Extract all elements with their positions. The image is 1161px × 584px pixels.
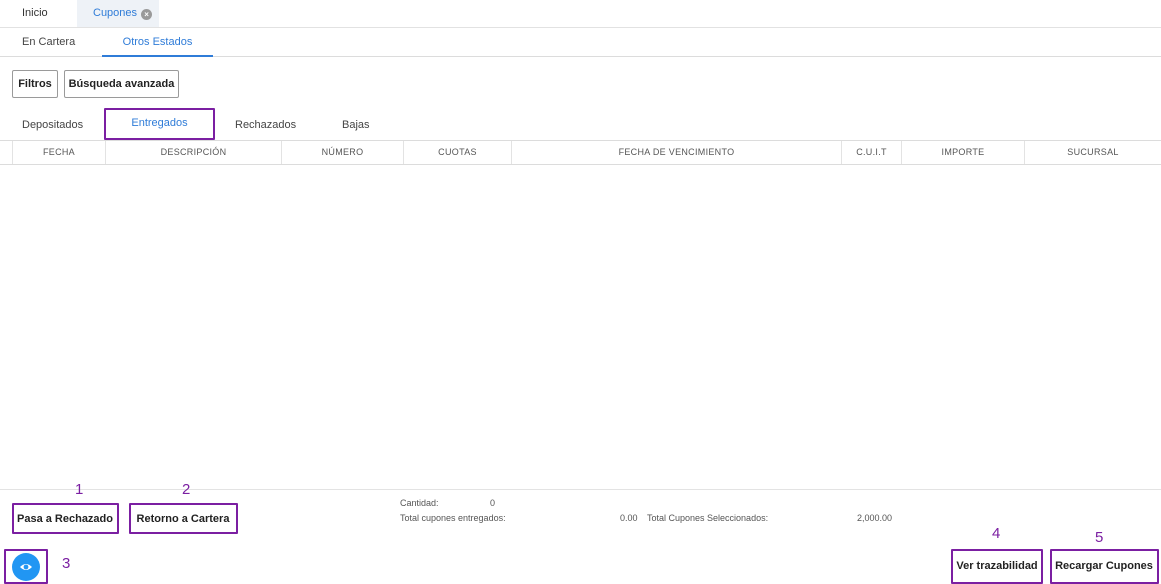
annotation-2: 2 [182,481,191,498]
view-fab-button[interactable] [12,553,40,581]
busqueda-avanzada-button[interactable]: Búsqueda avanzada [64,70,179,98]
tab-otros-estados[interactable]: Otros Estados [102,28,213,57]
tab-bajas[interactable]: Bajas [342,110,370,140]
state-tab-bar: En Cartera Otros Estados [0,28,1161,57]
column-descripcion[interactable]: DESCRIPCIÓN [106,141,282,164]
retorno-a-cartera-button[interactable]: Retorno a Cartera [131,505,235,533]
annotation-3: 3 [62,555,71,572]
tab-rechazados[interactable]: Rechazados [235,110,296,140]
tab-entregados[interactable]: Entregados [106,108,213,138]
table-body [0,165,1161,489]
cantidad-label: Cantidad: [400,498,439,508]
column-cuit[interactable]: C.U.I.T [842,141,902,164]
total-entregados-label: Total cupones entregados: [400,513,506,523]
annotation-4: 4 [992,525,1001,542]
eye-icon [20,564,32,570]
close-icon[interactable]: × [141,9,153,20]
tab-en-cartera[interactable]: En Cartera [22,28,75,56]
tab-rechazados-label: Rechazados [235,119,297,131]
top-tab-bar: Inicio Cupones × [0,0,1161,28]
ver-trazabilidad-button[interactable]: Ver trazabilidad [954,552,1040,580]
tab-inicio[interactable]: Inicio [22,0,48,27]
column-fecha-vencimiento[interactable]: FECHA DE VENCIMIENTO [512,141,842,164]
tab-bajas-label: Bajas [342,119,370,131]
tab-cupones[interactable]: Cupones × [77,0,159,27]
recargar-cupones-button[interactable]: Recargar Cupones [1053,552,1155,580]
annotation-5: 5 [1095,529,1104,546]
tab-cupones-label: Cupones [93,7,138,19]
tab-depositados[interactable]: Depositados [22,110,83,140]
column-fecha[interactable]: FECHA [13,141,106,164]
column-importe[interactable]: IMPORTE [902,141,1025,164]
filtros-button[interactable]: Filtros [12,70,58,98]
total-seleccionados-label: Total Cupones Seleccionados: [647,513,769,523]
total-seleccionados-value: 2,000.00 [857,513,893,523]
annotation-1: 1 [75,481,84,498]
footer-divider [0,489,1161,490]
cantidad-value: 0 [490,498,496,508]
column-numero[interactable]: NÚMERO [282,141,404,164]
pasa-a-rechazado-button[interactable]: Pasa a Rechazado [14,505,116,533]
tab-entregados-label: Entregados [131,117,188,129]
column-cuotas[interactable]: CUOTAS [404,141,512,164]
table-header: FECHA DESCRIPCIÓN NÚMERO CUOTAS FECHA DE… [0,140,1161,165]
select-column[interactable] [0,141,13,164]
total-entregados-value: 0.00 [620,513,638,523]
tab-otros-estados-label: Otros Estados [122,36,193,48]
tab-inicio-label: Inicio [22,7,48,19]
tab-en-cartera-label: En Cartera [22,36,76,48]
column-sucursal[interactable]: SUCURSAL [1025,141,1161,164]
tab-depositados-label: Depositados [22,119,84,131]
